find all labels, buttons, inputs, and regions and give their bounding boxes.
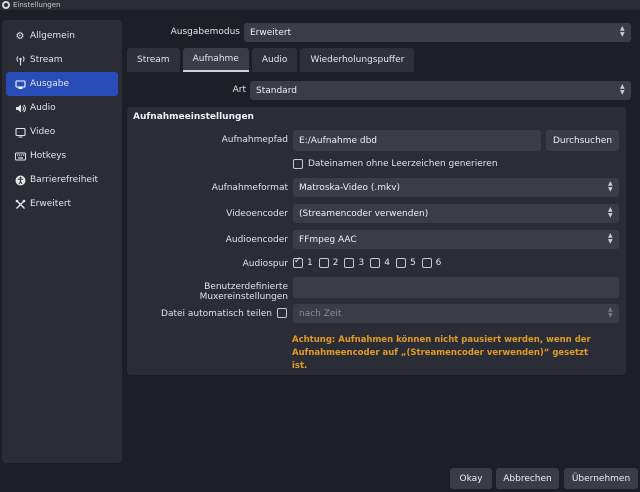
audio-encoder-value: FFmpeg AAC	[299, 234, 357, 245]
sidebar-item-label: Video	[30, 127, 56, 137]
sidebar-item-label: Allgemein	[30, 31, 75, 41]
track-1-checkbox[interactable]	[293, 256, 303, 268]
tab-aufnahme[interactable]: Aufnahme	[182, 48, 249, 72]
no-spaces-label: Dateinamen ohne Leerzeichen generieren	[308, 159, 498, 169]
antenna-icon	[14, 54, 26, 66]
track-5-checkbox[interactable]	[395, 258, 406, 268]
tools-icon	[14, 198, 26, 210]
recording-format-label: Aufnahmeformat	[211, 183, 288, 193]
gear-icon: ⚙	[15, 30, 25, 42]
output-mode-select[interactable]: Erweitert ▲ ▼	[244, 23, 631, 42]
output-mode-label: Ausgabemodus	[170, 27, 240, 37]
track-2-label: 2	[332, 258, 339, 268]
audio-track-row: 1 2 3 4 5 6	[293, 256, 447, 268]
sidebar-item-label: Barrierefreiheit	[30, 175, 98, 185]
split-mode-select[interactable]: nach Zeit ▲ ▼	[293, 304, 619, 323]
output-mode-value: Erweitert	[250, 27, 292, 38]
audio-encoder-label: Audioencoder	[225, 235, 288, 245]
spin-arrows-icon: ▲ ▼	[608, 206, 613, 219]
sidebar-item-barrierefreiheit[interactable]: Barrierefreiheit	[6, 168, 118, 192]
type-select[interactable]: Standard ▲ ▼	[250, 81, 631, 100]
sidebar-item-audio[interactable]: Audio	[6, 96, 118, 120]
speaker-icon	[14, 102, 26, 114]
no-spaces-checkbox[interactable]	[293, 159, 303, 169]
split-mode-value: nach Zeit	[299, 308, 342, 319]
track-3-label: 3	[358, 258, 365, 268]
sidebar-item-hotkeys[interactable]: Hotkeys	[6, 144, 118, 168]
apply-button[interactable]: Übernehmen	[564, 468, 638, 489]
output-icon	[14, 78, 26, 90]
recording-format-value: Matroska-Video (.mkv)	[299, 182, 401, 193]
recording-path-input[interactable]: E:/Aufnahme dbd	[293, 130, 541, 151]
spin-arrows-icon: ▲ ▼	[608, 306, 613, 319]
group-title: Aufnahmeeinstellungen	[133, 112, 254, 122]
video-encoder-select[interactable]: (Streamencoder verwenden) ▲ ▼	[293, 204, 619, 223]
no-spaces-row: Dateinamen ohne Leerzeichen generieren	[293, 159, 498, 169]
type-value: Standard	[256, 85, 297, 96]
settings-sidebar: ⚙ Allgemein Stream Ausgabe Audio Video H…	[2, 20, 122, 463]
muxer-settings-input[interactable]	[293, 277, 619, 298]
track-2-checkbox[interactable]	[318, 258, 329, 268]
sidebar-item-allgemein[interactable]: ⚙ Allgemein	[6, 24, 118, 48]
output-tabs: Stream Aufnahme Audio Wiederholungspuffe…	[127, 48, 417, 72]
warning-text: Achtung: Aufnahmen können nicht pausiert…	[292, 335, 591, 371]
keyboard-icon	[14, 150, 26, 162]
obs-logo-icon	[2, 1, 10, 9]
track-3-checkbox[interactable]	[344, 258, 355, 268]
spin-arrows-icon: ▲ ▼	[608, 232, 613, 245]
sidebar-item-erweitert[interactable]: Erweitert	[6, 192, 118, 216]
tab-wiederholungspuffer[interactable]: Wiederholungspuffer	[300, 48, 415, 72]
spin-arrows-icon: ▲ ▼	[608, 180, 613, 193]
audio-encoder-select[interactable]: FFmpeg AAC ▲ ▼	[293, 230, 619, 249]
muxer-settings-label: Benutzerdefinierte Muxereinstellungen	[199, 282, 288, 302]
cancel-button[interactable]: Abbrechen	[496, 468, 559, 489]
okay-button[interactable]: Okay	[450, 468, 492, 489]
track-4-checkbox[interactable]	[370, 258, 381, 268]
spin-arrows-icon: ▲ ▼	[620, 25, 625, 38]
sidebar-item-label: Stream	[30, 55, 63, 65]
spin-arrows-icon: ▲ ▼	[620, 83, 625, 96]
track-6-label: 6	[435, 258, 442, 268]
sidebar-item-label: Erweitert	[30, 199, 72, 209]
track-4-label: 4	[384, 258, 390, 268]
audio-track-label: Audiospur	[242, 259, 288, 269]
sidebar-item-ausgabe[interactable]: Ausgabe	[6, 72, 118, 96]
auto-split-checkbox[interactable]	[277, 308, 287, 318]
sidebar-item-label: Audio	[30, 103, 56, 113]
auto-split-label: Datei automatisch teilen	[161, 309, 272, 319]
window-title: Einstellungen	[13, 1, 61, 9]
recording-path-label: Aufnahmepfad	[221, 135, 288, 145]
title-bar: Einstellungen	[0, 0, 640, 10]
sidebar-item-video[interactable]: Video	[6, 120, 118, 144]
recording-format-select[interactable]: Matroska-Video (.mkv) ▲ ▼	[293, 178, 619, 197]
video-encoder-value: (Streamencoder verwenden)	[299, 208, 429, 219]
track-6-checkbox[interactable]	[421, 258, 432, 268]
type-label: Art	[232, 85, 246, 95]
track-5-label: 5	[409, 258, 416, 268]
tab-stream[interactable]: Stream	[127, 48, 180, 72]
sidebar-item-label: Ausgabe	[30, 79, 70, 89]
browse-button[interactable]: Durchsuchen	[546, 130, 619, 151]
track-1-label: 1	[307, 258, 313, 268]
sidebar-item-stream[interactable]: Stream	[6, 48, 118, 72]
sidebar-item-label: Hotkeys	[30, 151, 67, 161]
accessibility-icon	[14, 174, 26, 186]
monitor-icon	[14, 126, 26, 138]
tab-audio[interactable]: Audio	[251, 48, 298, 72]
video-encoder-label: Videoencoder	[226, 209, 288, 219]
